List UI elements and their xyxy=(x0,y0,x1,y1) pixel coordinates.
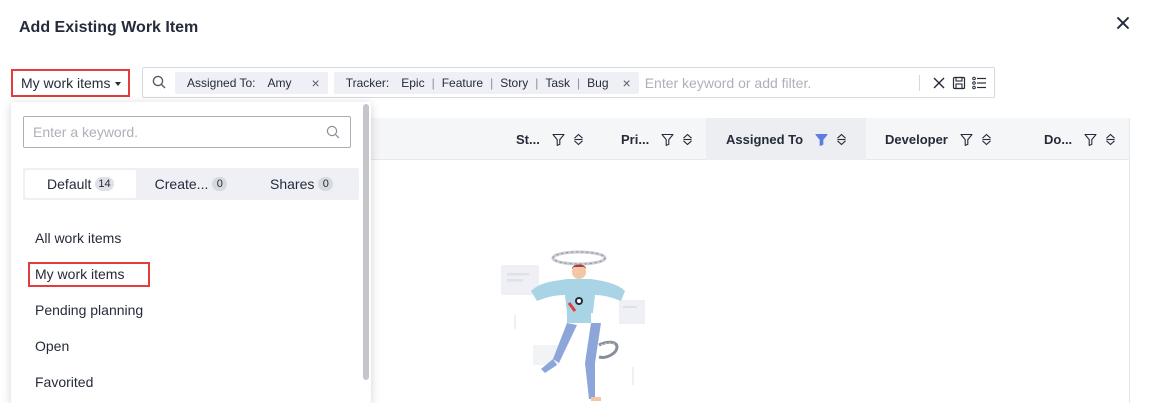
dropdown-search-input[interactable]: Enter a keyword. xyxy=(23,116,351,148)
column-label: Assigned To xyxy=(726,131,804,147)
column-header-priority[interactable]: Pri... xyxy=(621,118,693,160)
filter-tag-value: Amy xyxy=(267,75,292,90)
filter-input[interactable]: Enter keyword or add filter. xyxy=(645,75,919,91)
close-icon[interactable] xyxy=(1112,12,1134,34)
filter-tag-value: Story xyxy=(500,75,529,90)
filter-active-icon[interactable] xyxy=(815,133,828,146)
clear-filters-icon[interactable] xyxy=(930,74,948,92)
tab-label: Default xyxy=(47,176,92,192)
value-separator: | xyxy=(577,75,581,90)
filter-tag-value: Epic xyxy=(401,75,425,90)
filter-bar-tools xyxy=(919,73,994,93)
search-icon xyxy=(326,125,340,142)
list-item[interactable]: Open xyxy=(11,328,361,364)
add-work-item-dialog: Add Existing Work Item My work items Ass… xyxy=(0,0,1150,403)
column-header-done[interactable]: Do... xyxy=(1044,118,1116,160)
view-select[interactable]: My work items xyxy=(11,69,130,97)
saved-views-dropdown: Enter a keyword. Default 14 Create... 0 … xyxy=(11,102,371,403)
column-label: Do... xyxy=(1044,131,1073,147)
filter-bar[interactable]: Assigned To: Amy × Tracker: Epic | Featu… xyxy=(142,67,995,98)
value-separator: | xyxy=(535,75,539,90)
table-border xyxy=(1129,118,1130,403)
tab-label: Create... xyxy=(154,176,209,192)
tab-count-badge: 0 xyxy=(318,177,334,191)
list-item[interactable]: My work items xyxy=(11,256,361,292)
sort-icon[interactable] xyxy=(981,133,992,146)
sort-icon[interactable] xyxy=(682,133,693,146)
list-item-label: Open xyxy=(35,338,70,354)
column-header-developer[interactable]: Developer xyxy=(885,118,992,160)
filter-icon[interactable] xyxy=(960,133,973,146)
scrollbar[interactable] xyxy=(363,104,369,380)
column-header-status[interactable]: St... xyxy=(516,118,584,160)
list-item[interactable]: Favorited xyxy=(11,364,361,400)
tab-count-badge: 14 xyxy=(95,177,114,191)
tab-label: Shares xyxy=(270,176,315,192)
filter-tag-value: Task xyxy=(545,75,571,90)
tab-created[interactable]: Create... 0 xyxy=(136,170,247,198)
save-filter-icon[interactable] xyxy=(950,74,968,92)
filter-tag-value: Feature xyxy=(441,75,484,90)
sort-icon[interactable] xyxy=(573,133,584,146)
column-label: Developer xyxy=(885,131,948,147)
filter-tag-key: Tracker: xyxy=(345,75,390,90)
column-header-assigned-to[interactable]: Assigned To xyxy=(706,118,866,160)
filter-icon[interactable] xyxy=(552,133,565,146)
search-placeholder: Enter a keyword. xyxy=(33,124,139,140)
remove-tag-icon[interactable]: × xyxy=(623,75,631,91)
sort-icon[interactable] xyxy=(1105,133,1116,146)
filter-tag-assigned-to: Assigned To: Amy × xyxy=(175,71,328,94)
tab-shares[interactable]: Shares 0 xyxy=(246,170,357,198)
sort-icon[interactable] xyxy=(836,133,847,146)
filter-tag-value: Bug xyxy=(587,75,609,90)
search-icon xyxy=(143,68,175,97)
view-select-label: My work items xyxy=(21,75,111,91)
filter-icon[interactable] xyxy=(661,133,674,146)
tab-count-badge: 0 xyxy=(212,177,228,191)
list-item-label: All work items xyxy=(35,230,122,246)
column-label: St... xyxy=(516,131,540,147)
divider xyxy=(919,74,920,91)
list-item-label: Favorited xyxy=(35,374,94,390)
view-tabs: Default 14 Create... 0 Shares 0 xyxy=(23,168,359,200)
list-item-label: My work items xyxy=(28,261,151,287)
list-item[interactable]: All work items xyxy=(11,220,361,256)
column-label: Pri... xyxy=(621,131,650,147)
filter-tag-tracker: Tracker: Epic | Feature | Story | Task |… xyxy=(333,71,639,94)
list-item-label: Pending planning xyxy=(35,302,144,318)
empty-state-illustration xyxy=(495,245,655,403)
tab-default[interactable]: Default 14 xyxy=(25,170,136,198)
dialog-title: Add Existing Work Item xyxy=(19,19,199,36)
filter-icon[interactable] xyxy=(1084,133,1097,146)
remove-tag-icon[interactable]: × xyxy=(312,75,320,91)
filter-tag-key: Assigned To: xyxy=(187,75,256,90)
list-item[interactable]: Pending planning xyxy=(11,292,361,328)
table-header: St... Pri... Assigned To Developer Do... xyxy=(370,118,1130,160)
view-list: All work items My work items Pending pla… xyxy=(11,220,361,400)
value-separator: | xyxy=(431,75,435,90)
filter-list-icon[interactable] xyxy=(970,74,988,92)
value-separator: | xyxy=(490,75,494,90)
caret-down-icon xyxy=(115,82,122,86)
